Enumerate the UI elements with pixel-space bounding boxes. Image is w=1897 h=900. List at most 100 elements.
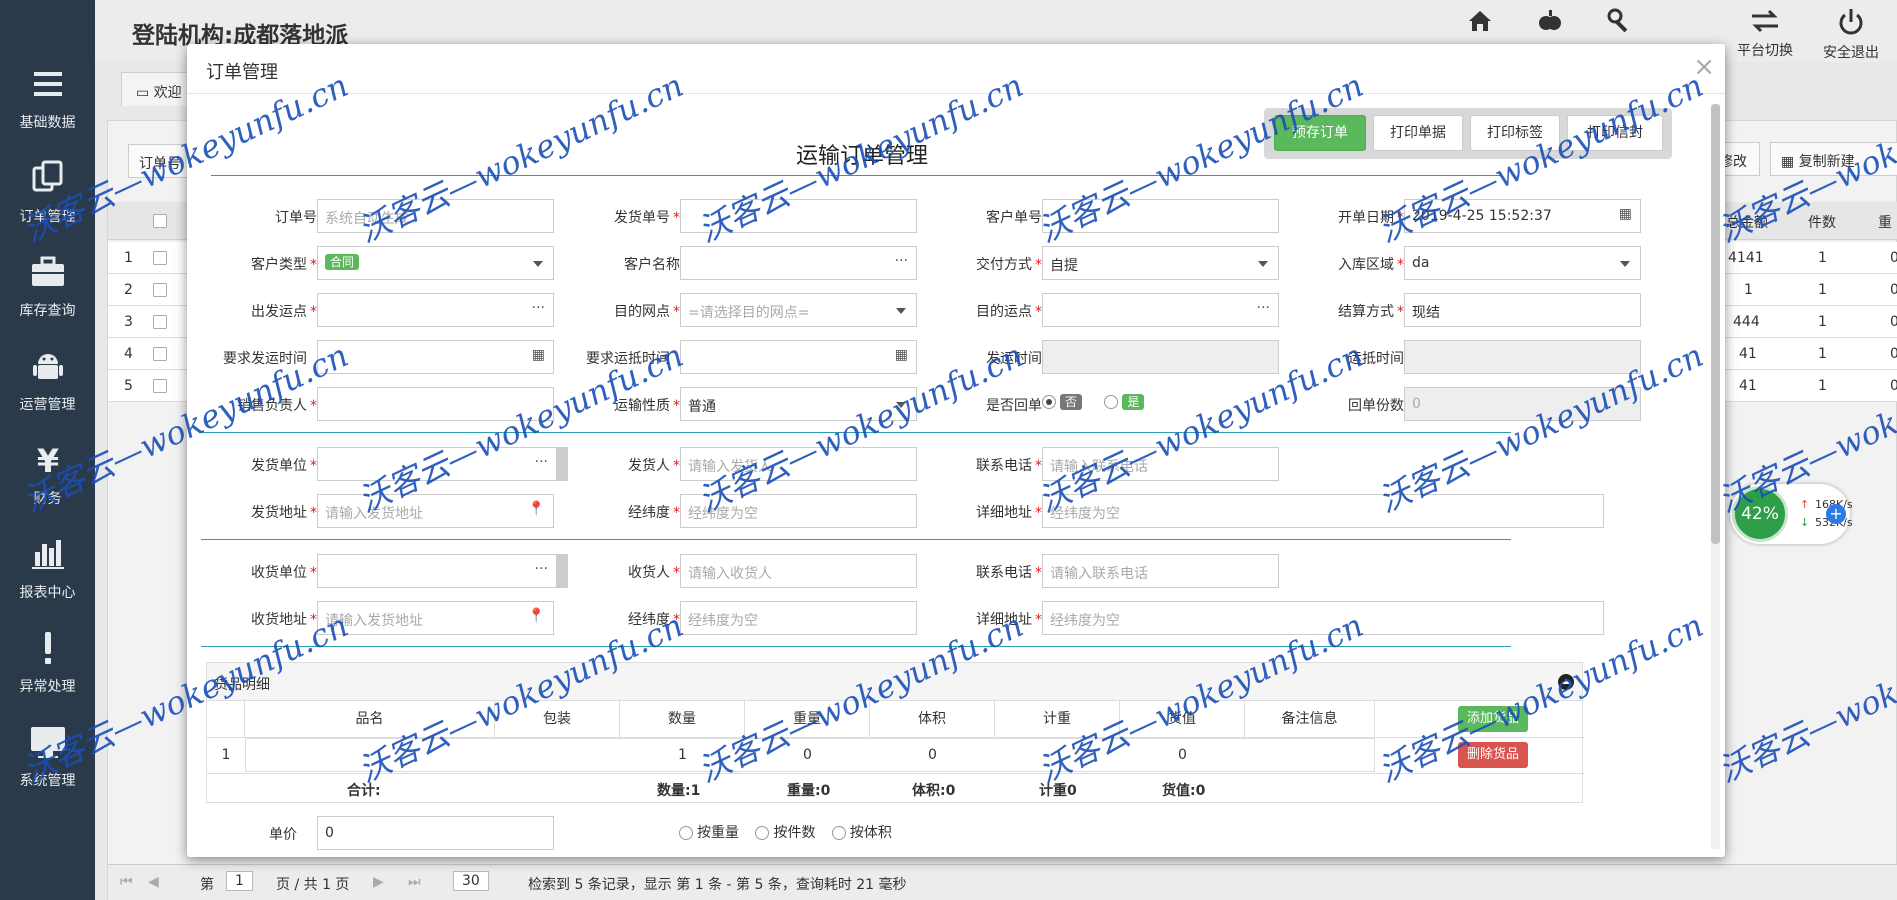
exclamation-icon (44, 632, 51, 664)
print-envelope-button[interactable]: 打印信封 (1567, 115, 1663, 151)
goods-row-volume[interactable]: 0 (870, 738, 995, 772)
sender-detail-input[interactable]: 经纬度为空 (1042, 494, 1604, 528)
recv-phone-input[interactable]: 请输入联系电话 (1042, 554, 1279, 588)
more-icon[interactable]: ··· (895, 253, 908, 269)
ship-no-input[interactable] (680, 199, 917, 233)
recv-geo-input[interactable]: 经纬度为空 (680, 601, 917, 635)
dest-net-select[interactable]: =请选择目的网点= (680, 293, 917, 327)
more-icon[interactable]: ··· (1257, 300, 1270, 316)
map-pin-icon[interactable]: 📍 (528, 608, 545, 624)
recv-addr-input[interactable]: 请输入发货地址 📍 (317, 601, 554, 635)
divider (211, 175, 1501, 176)
price-input[interactable]: 0 (317, 816, 554, 850)
delete-goods-button[interactable]: 删除货品 (1458, 742, 1528, 768)
order-no-input[interactable]: 系统自动生成 (317, 199, 554, 233)
more-icon[interactable]: ··· (532, 300, 545, 316)
sender-geo-input[interactable]: 经纬度为空 (680, 494, 917, 528)
calendar-icon[interactable]: ▦ (1619, 206, 1632, 222)
collapse-icon[interactable] (1558, 674, 1574, 690)
row-checkbox[interactable] (153, 315, 167, 329)
grid-icon: ▦ (1781, 154, 1799, 170)
sidebar-item-orders[interactable]: 订单管理 (0, 144, 95, 234)
map-pin-icon[interactable]: 📍 (528, 501, 545, 517)
by-volume-radio[interactable] (831, 826, 846, 840)
goods-row-qty[interactable]: 1 (620, 738, 745, 772)
sender-input[interactable]: 请输入发货人 (680, 447, 917, 481)
cust-no-input[interactable] (1042, 199, 1279, 233)
cust-name-input[interactable]: ··· (680, 246, 917, 280)
recv-detail-input[interactable]: 经纬度为空 (1042, 601, 1604, 635)
scrollbar-thumb[interactable] (1711, 104, 1720, 544)
sender-addr-input[interactable]: 请输入发货地址 📍 (317, 494, 554, 528)
sidebar-item-basic-data[interactable]: 基础数据 (0, 50, 95, 140)
col-value: 货值 (1120, 701, 1245, 737)
goods-row-weight[interactable]: 0 (745, 738, 870, 772)
more-icon[interactable]: ··· (535, 561, 548, 577)
req-arrive-time-input[interactable]: ▦ (680, 340, 917, 374)
copy-new-button[interactable]: ▦ 复制新建 (1770, 142, 1897, 176)
row-checkbox[interactable] (153, 347, 167, 361)
goods-row-value[interactable]: 0 (1120, 738, 1245, 772)
sender-phone-input[interactable]: 请输入联系电话 (1042, 447, 1279, 481)
sidebar-item-reports[interactable]: 报表中心 (0, 520, 95, 610)
recv-unit-input[interactable]: ··· (317, 554, 568, 588)
monitor-icon: ▭ (136, 85, 154, 101)
home-icon (1469, 11, 1491, 31)
network-widget[interactable]: 42% ↑ 168K/s ↓ 532K/s + (1730, 484, 1853, 544)
sum-label: 合计: (347, 783, 381, 799)
platform-switch-button[interactable]: 平台切换 (1725, 8, 1805, 60)
sidebar-item-inventory[interactable]: 库存查询 (0, 238, 95, 328)
key-icon (1607, 8, 1628, 33)
from-site-input[interactable]: ··· (317, 293, 554, 327)
dest-site-input[interactable]: ··· (1042, 293, 1279, 327)
plus-icon[interactable]: + (1826, 504, 1846, 524)
calendar-icon[interactable]: ▦ (532, 347, 545, 363)
cust-type-select[interactable]: 合同 (317, 246, 554, 280)
row-checkbox[interactable] (153, 251, 167, 265)
transport-select[interactable]: 普通 (680, 387, 917, 421)
close-icon[interactable]: × (1693, 52, 1715, 82)
first-page-icon[interactable]: ⏮ (120, 874, 133, 890)
sidebar-item-exceptions[interactable]: 异常处理 (0, 614, 95, 704)
calendar-icon[interactable]: ▦ (895, 347, 908, 363)
ship-time-input (1042, 340, 1279, 374)
col-remark: 备注信息 (1245, 701, 1375, 737)
by-count-radio[interactable] (755, 826, 770, 840)
sales-input[interactable] (317, 387, 554, 421)
more-icon[interactable]: ··· (535, 454, 548, 470)
modal-scrollbar[interactable] (1711, 104, 1720, 849)
row-checkbox[interactable] (153, 379, 167, 393)
last-page-icon[interactable]: ⏭ (408, 874, 421, 890)
settle-input[interactable]: 现结 (1404, 293, 1641, 327)
sidebar-item-finance[interactable]: ¥ 财务 (0, 426, 95, 516)
page-input[interactable]: 1 (226, 871, 253, 891)
select-all-checkbox[interactable] (153, 214, 167, 228)
in-area-select[interactable]: da (1404, 246, 1641, 280)
receipt-yes-radio[interactable] (1104, 395, 1119, 409)
prev-page-icon[interactable]: ◀ (148, 874, 159, 890)
sidebar-item-label: 库存查询 (19, 303, 76, 319)
sidebar-item-operations[interactable]: 运营管理 (0, 332, 95, 422)
form-title: 运输订单管理 (795, 144, 928, 169)
by-weight-radio[interactable] (679, 826, 693, 840)
sum-qty: 数量:1 (657, 783, 701, 799)
next-page-icon[interactable]: ▶ (373, 874, 384, 890)
sender-unit-input[interactable]: ··· (317, 447, 568, 481)
apple-button[interactable] (1515, 8, 1585, 40)
add-goods-button[interactable]: 添加货品 (1458, 706, 1528, 732)
pay-mode-select[interactable]: 自提 (1042, 246, 1279, 280)
home-button[interactable] (1445, 8, 1515, 40)
chevron-down-icon (1258, 261, 1268, 267)
recv-input[interactable]: 请输入收货人 (680, 554, 917, 588)
receipt-no-radio[interactable] (1042, 395, 1056, 409)
key-button[interactable] (1585, 8, 1655, 40)
logout-button[interactable]: 安全退出 (1811, 8, 1891, 62)
req-ship-time-input[interactable]: ▦ (317, 340, 554, 374)
monitor-icon (30, 727, 65, 758)
row-checkbox[interactable] (153, 283, 167, 297)
sidebar-item-system[interactable]: 系统管理 (0, 708, 95, 798)
open-date-input[interactable]: 2019-4-25 15:52:37 ▦ (1404, 199, 1641, 233)
sum-value: 货值:0 (1162, 783, 1206, 799)
page-size-select[interactable]: 30 (453, 871, 489, 891)
sidebar-item-label: 运营管理 (19, 397, 76, 413)
